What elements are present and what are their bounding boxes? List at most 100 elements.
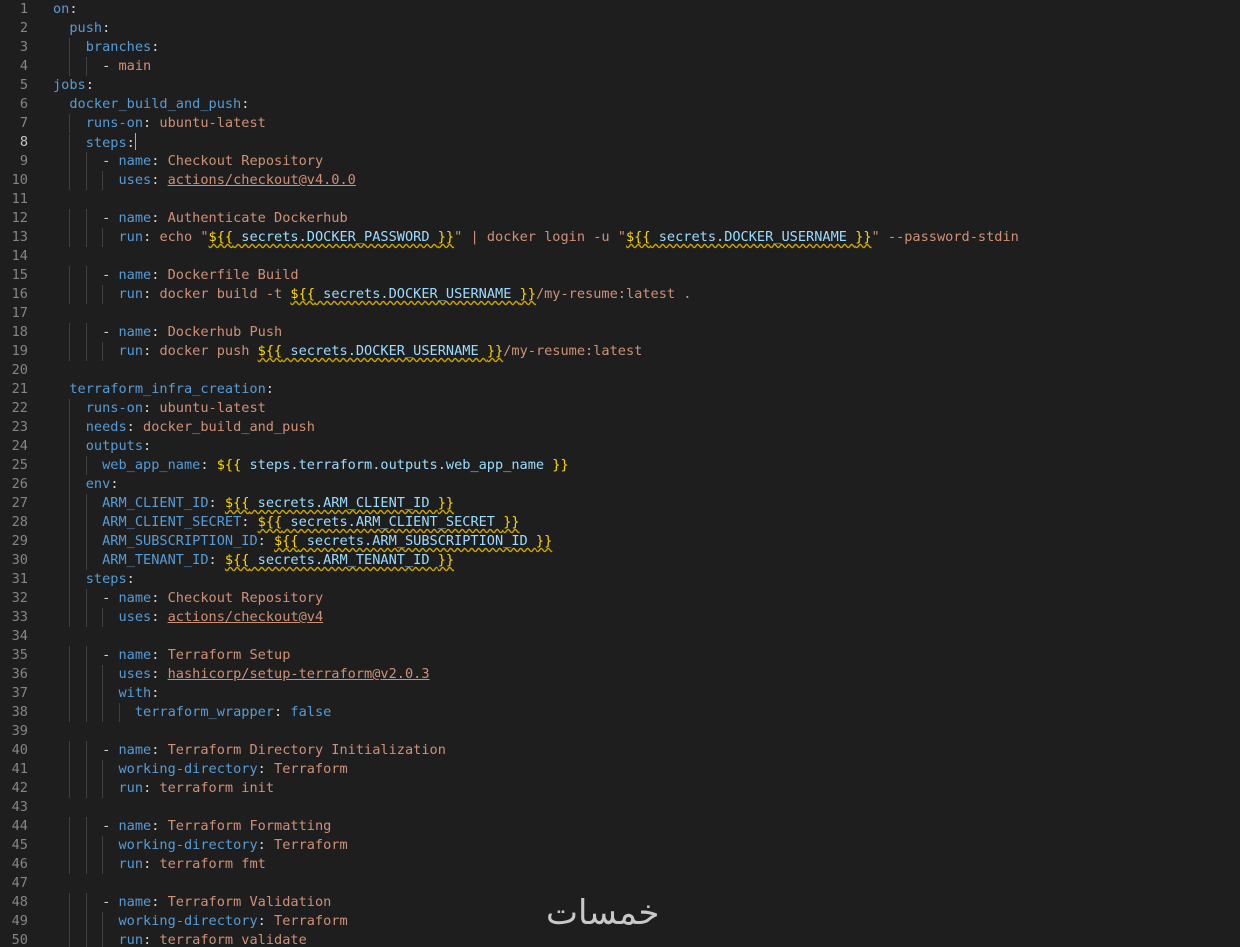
code-line[interactable]: 13 run: echo "${{ secrets.DOCKER_PASSWOR… xyxy=(0,228,1240,247)
code-line[interactable]: 30 ARM_TENANT_ID: ${{ secrets.ARM_TENANT… xyxy=(0,551,1240,570)
code-line[interactable]: 28 ARM_CLIENT_SECRET: ${{ secrets.ARM_CL… xyxy=(0,513,1240,532)
code-text[interactable]: run: echo "${{ secrets.DOCKER_PASSWORD }… xyxy=(53,228,1019,247)
code-line[interactable]: 31 steps: xyxy=(0,570,1240,589)
code-text[interactable]: runs-on: ubuntu-latest xyxy=(53,114,266,133)
code-editor[interactable]: 1 on: 2 push: 3 branches: 4 - main 5 jobs: 6 do… xyxy=(0,0,1240,947)
line-number: 21 xyxy=(11,381,28,397)
code-line[interactable]: 46 run: terraform fmt xyxy=(0,855,1240,874)
code-line[interactable]: 22 runs-on: ubuntu-latest xyxy=(0,399,1240,418)
code-text[interactable]: working-directory: Terraform xyxy=(53,836,348,855)
code-line[interactable]: 27 ARM_CLIENT_ID: ${{ secrets.ARM_CLIENT… xyxy=(0,494,1240,513)
code-line[interactable]: 32 - name: Checkout Repository xyxy=(0,589,1240,608)
code-text[interactable]: - name: Dockerhub Push xyxy=(53,323,282,342)
code-line[interactable]: 14 xyxy=(0,247,1240,266)
code-line[interactable]: 34 xyxy=(0,627,1240,646)
code-text[interactable]: uses: actions/checkout@v4.0.0 xyxy=(53,171,356,190)
code-text[interactable]: - name: Terraform Formatting xyxy=(53,817,331,836)
code-text[interactable]: - name: Authenticate Dockerhub xyxy=(53,209,348,228)
code-line[interactable]: 44 - name: Terraform Formatting xyxy=(0,817,1240,836)
code-line[interactable]: 47 xyxy=(0,874,1240,893)
code-line[interactable]: 15 - name: Dockerfile Build xyxy=(0,266,1240,285)
line-number: 49 xyxy=(11,913,28,929)
code-line[interactable]: 45 working-directory: Terraform xyxy=(0,836,1240,855)
code-line[interactable]: 4 - main xyxy=(0,57,1240,76)
code-line[interactable]: 43 xyxy=(0,798,1240,817)
code-text[interactable]: run: docker build -t ${{ secrets.DOCKER_… xyxy=(53,285,691,304)
code-line[interactable]: 6 docker_build_and_push: xyxy=(0,95,1240,114)
code-text[interactable]: push: xyxy=(53,19,110,38)
code-line[interactable]: 12 - name: Authenticate Dockerhub xyxy=(0,209,1240,228)
code-line[interactable]: 36 uses: hashicorp/setup-terraform@v2.0.… xyxy=(0,665,1240,684)
code-line[interactable]: 17 xyxy=(0,304,1240,323)
code-text[interactable]: run: terraform validate xyxy=(53,931,307,947)
code-line[interactable]: 20 xyxy=(0,361,1240,380)
line-number: 17 xyxy=(11,305,28,321)
code-text[interactable]: with: xyxy=(53,684,159,703)
line-number: 31 xyxy=(11,571,28,587)
code-line[interactable]: 42 run: terraform init xyxy=(0,779,1240,798)
code-text[interactable]: - name: Terraform Validation xyxy=(53,893,331,912)
code-line[interactable]: 7 runs-on: ubuntu-latest xyxy=(0,114,1240,133)
code-text[interactable]: runs-on: ubuntu-latest xyxy=(53,399,266,418)
code-line[interactable]: 2 push: xyxy=(0,19,1240,38)
code-text[interactable]: needs: docker_build_and_push xyxy=(53,418,315,437)
code-text[interactable]: ARM_CLIENT_SECRET: ${{ secrets.ARM_CLIEN… xyxy=(53,513,520,532)
code-text[interactable]: branches: xyxy=(53,38,159,57)
code-line[interactable]: 40 - name: Terraform Directory Initializ… xyxy=(0,741,1240,760)
line-number: 14 xyxy=(11,248,28,264)
code-line[interactable]: 1 on: xyxy=(0,0,1240,19)
code-line[interactable]: 25 web_app_name: ${{ steps.terraform.out… xyxy=(0,456,1240,475)
code-line[interactable]: 16 run: docker build -t ${{ secrets.DOCK… xyxy=(0,285,1240,304)
code-text[interactable]: - name: Checkout Repository xyxy=(53,589,323,608)
code-text[interactable]: run: terraform init xyxy=(53,779,274,798)
code-text[interactable]: - name: Checkout Repository xyxy=(53,152,323,171)
code-text[interactable]: run: terraform fmt xyxy=(53,855,266,874)
code-text[interactable]: ARM_CLIENT_ID: ${{ secrets.ARM_CLIENT_ID… xyxy=(53,494,454,513)
code-line[interactable]: 9 - name: Checkout Repository xyxy=(0,152,1240,171)
code-line[interactable]: 41 working-directory: Terraform xyxy=(0,760,1240,779)
code-text[interactable]: web_app_name: ${{ steps.terraform.output… xyxy=(53,456,569,475)
code-line[interactable]: 23 needs: docker_build_and_push xyxy=(0,418,1240,437)
code-text[interactable]: steps: xyxy=(53,133,136,153)
code-text[interactable]: on: xyxy=(53,0,78,19)
code-text[interactable]: outputs: xyxy=(53,437,151,456)
code-line[interactable]: 33 uses: actions/checkout@v4 xyxy=(0,608,1240,627)
code-line[interactable]: 8 steps: xyxy=(0,133,1240,153)
line-number: 20 xyxy=(11,362,28,378)
code-line[interactable]: 21 terraform_infra_creation: xyxy=(0,380,1240,399)
code-text[interactable]: run: docker push ${{ secrets.DOCKER_USER… xyxy=(53,342,642,361)
code-text[interactable]: ARM_TENANT_ID: ${{ secrets.ARM_TENANT_ID… xyxy=(53,551,454,570)
code-text[interactable]: docker_build_and_push: xyxy=(53,95,249,114)
code-line[interactable]: 29 ARM_SUBSCRIPTION_ID: ${{ secrets.ARM_… xyxy=(0,532,1240,551)
editor-lines[interactable]: 1 on: 2 push: 3 branches: 4 - main 5 jobs: 6 do… xyxy=(0,0,1240,947)
code-line[interactable]: 26 env: xyxy=(0,475,1240,494)
code-line[interactable]: 5 jobs: xyxy=(0,76,1240,95)
code-text[interactable]: terraform_infra_creation: xyxy=(53,380,274,399)
code-line[interactable]: 3 branches: xyxy=(0,38,1240,57)
code-text[interactable]: - main xyxy=(53,57,151,76)
code-text[interactable]: uses: hashicorp/setup-terraform@v2.0.3 xyxy=(53,665,430,684)
code-text[interactable]: steps: xyxy=(53,570,135,589)
code-text[interactable]: uses: actions/checkout@v4 xyxy=(53,608,323,627)
code-text[interactable]: - name: Terraform Setup xyxy=(53,646,290,665)
code-text[interactable]: terraform_wrapper: false xyxy=(53,703,331,722)
code-text[interactable]: ARM_SUBSCRIPTION_ID: ${{ secrets.ARM_SUB… xyxy=(53,532,552,551)
code-line[interactable]: 39 xyxy=(0,722,1240,741)
line-number: 8 xyxy=(19,134,28,150)
code-line[interactable]: 11 xyxy=(0,190,1240,209)
code-text[interactable]: working-directory: Terraform xyxy=(53,912,348,931)
code-line[interactable]: 19 run: docker push ${{ secrets.DOCKER_U… xyxy=(0,342,1240,361)
code-line[interactable]: 50 run: terraform validate xyxy=(0,931,1240,947)
code-line[interactable]: 37 with: xyxy=(0,684,1240,703)
code-line[interactable]: 38 terraform_wrapper: false xyxy=(0,703,1240,722)
code-text[interactable]: working-directory: Terraform xyxy=(53,760,348,779)
code-line[interactable]: 10 uses: actions/checkout@v4.0.0 xyxy=(0,171,1240,190)
code-line[interactable]: 18 - name: Dockerhub Push xyxy=(0,323,1240,342)
code-text[interactable]: env: xyxy=(53,475,119,494)
code-text[interactable]: - name: Dockerfile Build xyxy=(53,266,299,285)
line-number: 2 xyxy=(19,20,28,36)
code-line[interactable]: 35 - name: Terraform Setup xyxy=(0,646,1240,665)
code-line[interactable]: 24 outputs: xyxy=(0,437,1240,456)
code-text[interactable]: jobs: xyxy=(53,76,94,95)
code-text[interactable]: - name: Terraform Directory Initializati… xyxy=(53,741,446,760)
